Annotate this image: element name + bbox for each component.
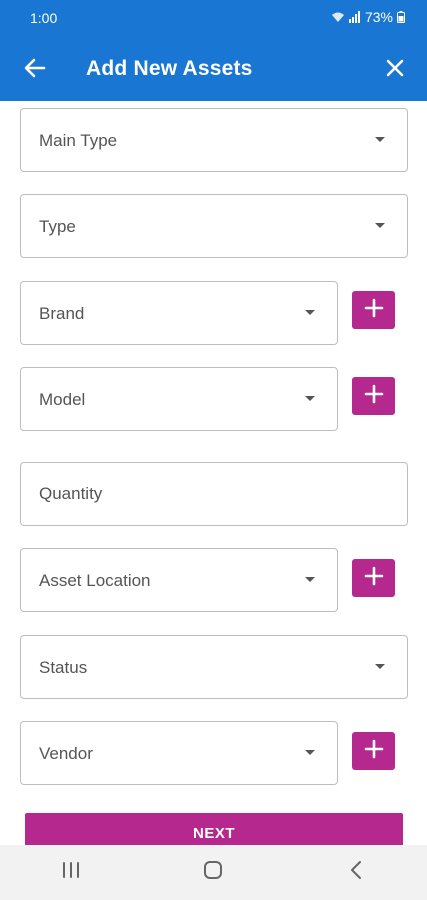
- system-back-button[interactable]: [326, 853, 386, 893]
- system-nav-bar: [0, 845, 427, 900]
- chevron-down-icon: [375, 137, 385, 142]
- chevron-down-icon: [305, 310, 315, 315]
- main-type-label: Main Type: [39, 131, 118, 150]
- type-dropdown[interactable]: Type: [20, 194, 408, 258]
- add-model-button[interactable]: [352, 377, 395, 415]
- status-dropdown[interactable]: Status: [20, 635, 408, 699]
- plus-icon: [364, 566, 384, 591]
- chevron-down-icon: [305, 577, 315, 582]
- battery-percent: 73%: [364, 9, 393, 25]
- home-button[interactable]: [183, 853, 243, 893]
- recents-icon: [61, 861, 81, 884]
- back-chevron-icon: [349, 860, 363, 885]
- close-icon: [385, 58, 405, 83]
- chevron-down-icon: [305, 396, 315, 401]
- plus-icon: [364, 739, 384, 764]
- close-button[interactable]: [379, 54, 411, 86]
- model-dropdown[interactable]: Model: [20, 367, 338, 431]
- asset-location-label: Asset Location: [39, 571, 151, 590]
- arrow-left-icon: [24, 58, 46, 83]
- model-label: Model: [39, 390, 86, 409]
- vendor-label: Vendor: [39, 744, 93, 763]
- brand-label: Brand: [39, 304, 85, 323]
- app-bar: 1:00 73% Add New Assets: [0, 0, 427, 101]
- type-label: Type: [39, 217, 76, 236]
- chevron-down-icon: [375, 223, 385, 228]
- page-title: Add New Assets: [86, 57, 253, 80]
- status-time: 1:00: [30, 10, 58, 26]
- asset-location-dropdown[interactable]: Asset Location: [20, 548, 338, 612]
- status-label: Status: [39, 658, 88, 677]
- recents-button[interactable]: [41, 853, 101, 893]
- add-asset-location-button[interactable]: [352, 559, 395, 597]
- quantity-input[interactable]: [21, 463, 407, 525]
- add-brand-button[interactable]: [352, 291, 395, 329]
- plus-icon: [364, 384, 384, 409]
- vendor-dropdown[interactable]: Vendor: [20, 721, 338, 785]
- brand-dropdown[interactable]: Brand: [20, 281, 338, 345]
- plus-icon: [364, 298, 384, 323]
- quantity-field[interactable]: [20, 462, 408, 526]
- status-indicators: 73%: [331, 9, 405, 25]
- main-type-dropdown[interactable]: Main Type: [20, 108, 408, 172]
- wifi-icon: [331, 11, 345, 23]
- signal-icon: [348, 11, 361, 23]
- chevron-down-icon: [375, 664, 385, 669]
- battery-icon: [397, 11, 405, 23]
- chevron-down-icon: [305, 750, 315, 755]
- back-button[interactable]: [18, 54, 52, 86]
- add-vendor-button[interactable]: [352, 732, 395, 770]
- home-icon: [202, 859, 224, 886]
